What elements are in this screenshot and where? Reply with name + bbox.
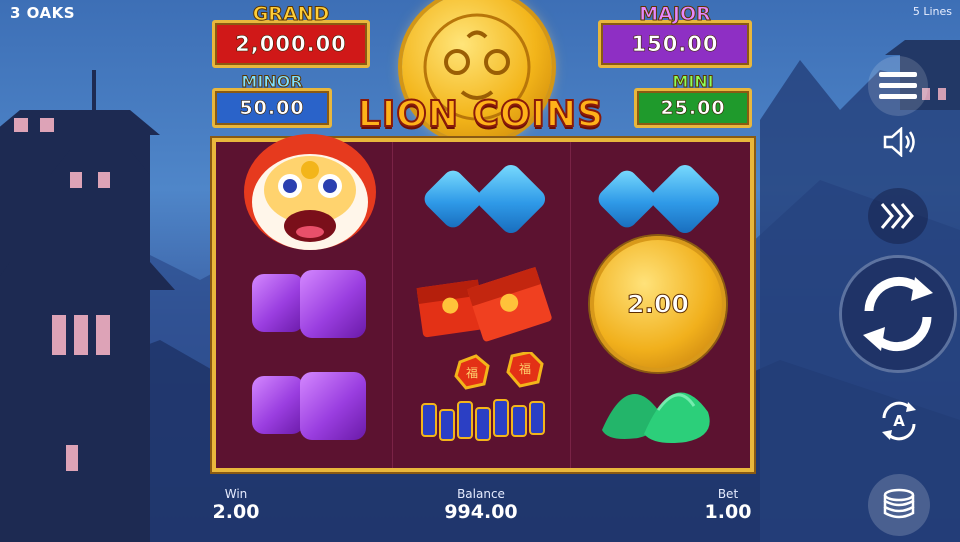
reel-divider xyxy=(392,142,393,468)
red-envelope-symbol xyxy=(412,260,562,350)
autoplay-icon: A xyxy=(882,401,916,441)
jackpot-major-title: MAJOR xyxy=(639,3,711,26)
reel-grid: 福 福 2.00 xyxy=(212,134,754,472)
purple-gem-symbol xyxy=(252,270,372,340)
jackpot-major: MAJOR 150.00 xyxy=(598,3,752,68)
game-title: LION COINS xyxy=(357,93,605,136)
reel-divider xyxy=(570,142,571,468)
jackpot-grand-value: 2,000.00 xyxy=(235,32,347,57)
hamburger-icon xyxy=(879,72,917,99)
balance-value: 994.00 xyxy=(444,501,518,523)
bet-label: Bet xyxy=(717,487,739,501)
jackpot-mini: MINI 25.00 xyxy=(634,72,752,128)
balance-label: Balance xyxy=(457,487,505,501)
spin-button[interactable] xyxy=(842,258,954,370)
turbo-button[interactable] xyxy=(868,188,928,244)
blue-gem-symbol xyxy=(420,160,554,244)
sound-button[interactable] xyxy=(878,122,922,162)
autoplay-button[interactable]: A xyxy=(872,394,926,448)
jackpot-grand-title: GRAND xyxy=(252,3,330,26)
green-gem-icon xyxy=(602,392,710,443)
lion-head-symbol xyxy=(240,130,380,258)
menu-button[interactable] xyxy=(868,56,928,116)
jackpot-minor-title: MINOR xyxy=(241,72,303,92)
jackpot-minor: MINOR 50.00 xyxy=(212,72,332,128)
jackpot-mini-title: MINI xyxy=(672,72,714,92)
jackpot-grand: GRAND 2,000.00 xyxy=(212,3,370,68)
svg-text:福: 福 xyxy=(519,361,531,376)
lion-head-icon xyxy=(244,134,376,250)
jackpot-mini-value: 25.00 xyxy=(660,97,726,120)
blue-gem-symbol xyxy=(594,160,728,244)
firecrackers-symbol: 福 福 xyxy=(408,350,564,452)
pagoda-left xyxy=(0,70,175,542)
bet-button[interactable] xyxy=(868,474,930,536)
refresh-icon xyxy=(863,276,933,352)
brand-logo: 3 OAKS xyxy=(10,4,76,22)
green-gem-symbol xyxy=(598,370,728,446)
speaker-icon xyxy=(883,127,915,157)
coin-stack-icon xyxy=(883,488,915,519)
autoplay-label: A xyxy=(893,412,905,430)
gold-coin-symbol: 2.00 xyxy=(590,236,726,372)
win-label: Win xyxy=(224,487,248,501)
bet-value: 1.00 xyxy=(704,501,752,523)
firecracker-icon: 福 福 xyxy=(421,350,545,441)
jackpot-major-value: 150.00 xyxy=(631,32,719,57)
win-value: 2.00 xyxy=(212,501,260,523)
purple-gem-symbol xyxy=(252,372,372,442)
lines-count: 5 Lines xyxy=(912,5,952,18)
svg-text:福: 福 xyxy=(466,365,478,380)
fast-forward-icon xyxy=(880,203,914,229)
red-envelope-icon xyxy=(416,266,552,342)
coin-value: 2.00 xyxy=(627,289,690,319)
jackpot-minor-value: 50.00 xyxy=(239,97,305,120)
